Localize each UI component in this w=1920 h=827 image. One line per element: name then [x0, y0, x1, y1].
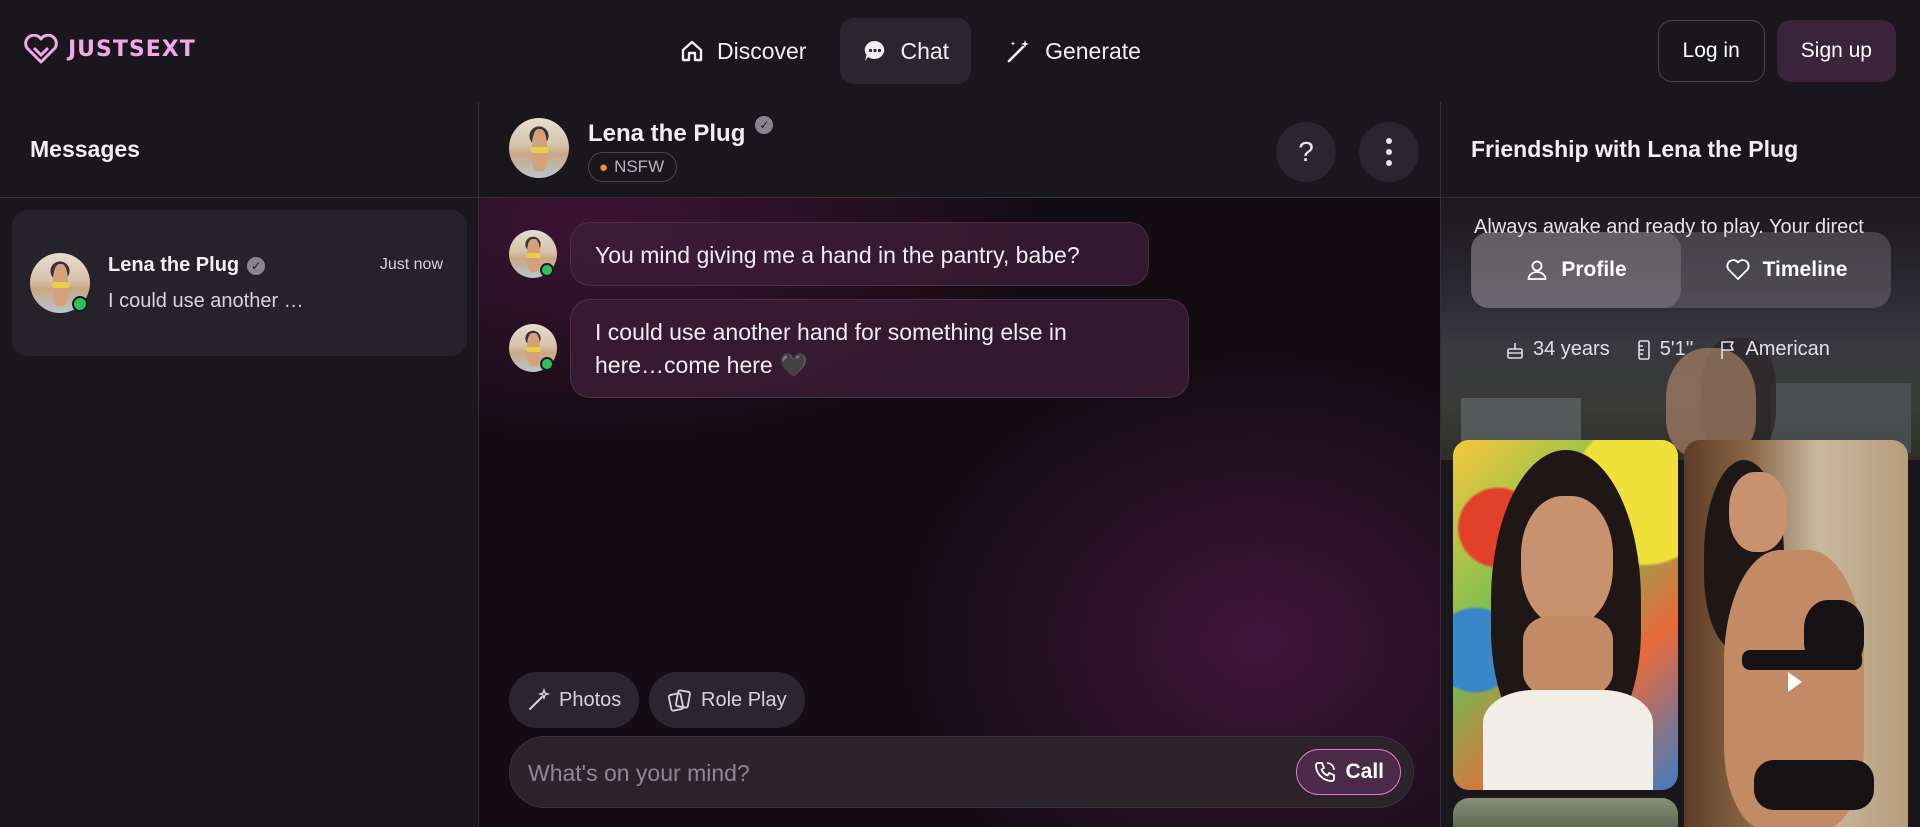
kebab-menu-icon — [1386, 138, 1392, 166]
online-indicator — [540, 357, 554, 371]
messages-title: Messages — [0, 102, 478, 198]
message-bubble: I could use another hand for something e… — [570, 299, 1189, 398]
gallery-video[interactable] — [1684, 440, 1908, 827]
tab-profile[interactable]: Profile — [1471, 232, 1681, 308]
login-button[interactable]: Log in — [1657, 20, 1765, 82]
profile-stats: 34 years 5'1'' American — [1505, 338, 1830, 361]
tab-timeline[interactable]: Timeline — [1681, 232, 1891, 308]
conversation-item[interactable]: Lena the Plug ✓ Just now I could use ano… — [12, 210, 467, 356]
main-nav: Discover Chat Generate — [657, 18, 1163, 84]
role-play-chip[interactable]: Role Play — [649, 672, 805, 728]
message-bubble: You mind giving me a hand in the pantry,… — [570, 222, 1149, 286]
heart-icon — [1726, 259, 1750, 280]
conversation-name: Lena the Plug ✓ — [108, 254, 266, 277]
heart-logo-icon — [24, 34, 58, 64]
online-indicator — [72, 296, 88, 312]
message-input[interactable] — [528, 755, 1288, 791]
gallery-photo[interactable] — [1453, 440, 1678, 790]
nav-chat-label: Chat — [900, 37, 950, 64]
nav-discover[interactable]: Discover — [657, 18, 828, 84]
chat-header: Lena the Plug ✓ ● NSFW ? — [479, 102, 1440, 198]
photos-chip[interactable]: Photos — [509, 672, 640, 728]
more-options-button[interactable] — [1359, 122, 1419, 182]
chat-avatar[interactable] — [509, 118, 569, 178]
verified-badge-icon: ✓ — [755, 116, 774, 134]
call-button[interactable]: Call — [1296, 749, 1401, 795]
nav-generate-label: Generate — [1045, 37, 1141, 64]
nav-discover-label: Discover — [717, 37, 807, 64]
flag-icon — [1721, 340, 1735, 359]
stat-nationality: American — [1719, 338, 1830, 361]
help-button[interactable]: ? — [1276, 122, 1336, 182]
magic-wand-icon — [529, 688, 551, 710]
question-mark-icon: ? — [1298, 136, 1314, 167]
messages-pane: Messages Lena the Plug ✓ Just now I coul… — [0, 102, 479, 827]
friendship-title: Friendship with Lena the Plug — [1441, 102, 1920, 198]
gallery-photo[interactable] — [1453, 798, 1678, 827]
nsfw-badge: ● NSFW — [588, 152, 678, 182]
profile-tabs: Profile Timeline — [1471, 232, 1891, 308]
phone-icon — [1315, 762, 1336, 782]
chat-pane: Lena the Plug ✓ ● NSFW ? You mind giving… — [479, 102, 1441, 827]
conversation-preview: I could use another … — [108, 290, 304, 312]
profile-panel: Friendship with Lena the Plug Always awa… — [1441, 102, 1920, 827]
nav-generate[interactable]: Generate — [983, 18, 1163, 84]
conversation-time: Just now — [379, 256, 443, 273]
brand-name: JUSTSEXT — [68, 36, 196, 62]
chat-bubble-icon — [865, 40, 885, 61]
signup-button[interactable]: Sign up — [1776, 20, 1896, 82]
fire-icon: ● — [599, 158, 609, 176]
ruler-icon — [1637, 339, 1650, 360]
stat-height: 5'1'' — [1636, 338, 1693, 361]
stat-age: 34 years — [1505, 338, 1610, 361]
top-navigation: JUSTSEXT Discover Chat Generate Log in S… — [0, 0, 1920, 102]
message-composer: Call — [509, 736, 1414, 808]
play-icon — [1788, 672, 1802, 692]
cards-icon — [667, 689, 691, 712]
online-indicator — [540, 263, 554, 277]
auth-buttons: Log in Sign up — [1657, 20, 1896, 82]
nav-chat[interactable]: Chat — [840, 18, 972, 84]
user-icon — [1527, 260, 1547, 280]
cake-icon — [1507, 342, 1523, 359]
brand-logo[interactable]: JUSTSEXT — [24, 34, 196, 64]
home-icon — [681, 40, 703, 62]
magic-wand-icon — [1007, 40, 1030, 63]
chat-contact-name[interactable]: Lena the Plug ✓ — [588, 116, 774, 148]
verified-badge-icon: ✓ — [247, 256, 266, 275]
